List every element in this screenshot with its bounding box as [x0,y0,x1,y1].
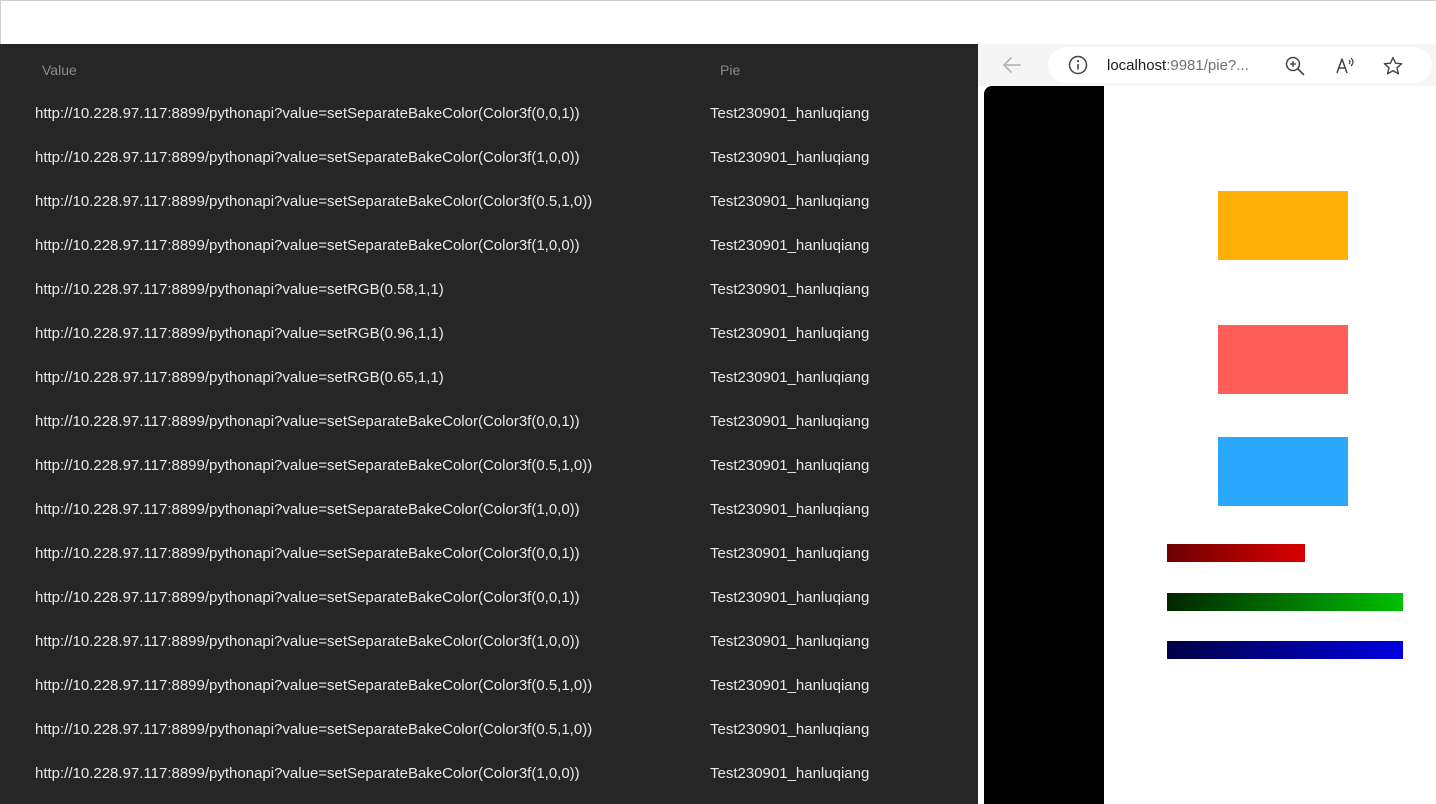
row-value: http://10.228.97.117:8899/pythonapi?valu… [35,193,593,210]
row-pie: Test230901_hanluqiang [710,633,870,650]
red-gradient-bar [1167,544,1305,562]
row-value: http://10.228.97.117:8899/pythonapi?valu… [35,765,580,782]
row-value: http://10.228.97.117:8899/pythonapi?valu… [35,589,580,606]
table-row[interactable]: http://10.228.97.117:8899/pythonapi?valu… [0,312,978,356]
row-pie: Test230901_hanluqiang [710,589,870,606]
row-pie: Test230901_hanluqiang [710,149,870,166]
row-pie: Test230901_hanluqiang [710,677,870,694]
blue-color-swatch [1218,437,1348,506]
url-text[interactable]: localhost:9981/pie?... [1107,57,1249,74]
row-value: http://10.228.97.117:8899/pythonapi?valu… [35,721,593,738]
table-row[interactable]: http://10.228.97.117:8899/pythonapi?valu… [0,708,978,752]
table-row[interactable]: http://10.228.97.117:8899/pythonapi?valu… [0,532,978,576]
table-row[interactable]: http://10.228.97.117:8899/pythonapi?valu… [0,576,978,620]
row-value: http://10.228.97.117:8899/pythonapi?valu… [35,237,580,254]
orange-color-swatch [1218,191,1348,260]
browser-toolbar: localhost:9981/pie?... [978,44,1436,86]
url-host: localhost [1107,57,1167,74]
row-pie: Test230901_hanluqiang [710,765,870,782]
row-pie: Test230901_hanluqiang [710,325,870,342]
row-value: http://10.228.97.117:8899/pythonapi?valu… [35,457,593,474]
row-value: http://10.228.97.117:8899/pythonapi?valu… [35,325,444,342]
row-pie: Test230901_hanluqiang [710,413,870,430]
table-row[interactable]: http://10.228.97.117:8899/pythonapi?valu… [0,488,978,532]
row-value: http://10.228.97.117:8899/pythonapi?valu… [35,677,593,694]
url-path: :9981/pie?... [1166,57,1249,74]
table-row[interactable]: http://10.228.97.117:8899/pythonapi?valu… [0,268,978,312]
table-row[interactable]: http://10.228.97.117:8899/pythonapi?valu… [0,444,978,488]
blue-gradient-bar [1167,641,1403,659]
row-pie: Test230901_hanluqiang [710,501,870,518]
table-row[interactable]: http://10.228.97.117:8899/pythonapi?valu… [0,180,978,224]
row-value: http://10.228.97.117:8899/pythonapi?valu… [35,281,444,298]
row-value: http://10.228.97.117:8899/pythonapi?valu… [35,369,444,386]
row-pie: Test230901_hanluqiang [710,193,870,210]
table-row[interactable]: http://10.228.97.117:8899/pythonapi?valu… [0,356,978,400]
table-row[interactable]: http://10.228.97.117:8899/pythonapi?valu… [0,92,978,136]
read-aloud-icon[interactable] [1334,55,1356,77]
row-pie: Test230901_hanluqiang [710,105,870,122]
table-row[interactable]: http://10.228.97.117:8899/pythonapi?valu… [0,400,978,444]
column-header-pie[interactable]: Pie [720,62,740,78]
browser-window: localhost:9981/pie?... [978,44,1436,804]
table-row[interactable]: http://10.228.97.117:8899/pythonapi?valu… [0,136,978,180]
black-side-panel [984,86,1104,804]
row-value: http://10.228.97.117:8899/pythonapi?valu… [35,633,580,650]
column-header-value[interactable]: Value [42,62,77,78]
log-rows: http://10.228.97.117:8899/pythonapi?valu… [0,92,978,796]
page-viewport [984,86,1436,804]
row-pie: Test230901_hanluqiang [710,721,870,738]
red-color-swatch [1218,325,1348,394]
row-value: http://10.228.97.117:8899/pythonapi?valu… [35,545,580,562]
top-whitespace [0,0,1436,44]
info-icon[interactable] [1068,55,1088,75]
row-value: http://10.228.97.117:8899/pythonapi?valu… [35,413,580,430]
row-value: http://10.228.97.117:8899/pythonapi?valu… [35,149,580,166]
zoom-icon[interactable] [1284,55,1306,77]
row-value: http://10.228.97.117:8899/pythonapi?valu… [35,501,580,518]
log-table-panel: Value Pie http://10.228.97.117:8899/pyth… [0,44,978,804]
table-row[interactable]: http://10.228.97.117:8899/pythonapi?valu… [0,664,978,708]
table-row[interactable]: http://10.228.97.117:8899/pythonapi?valu… [0,224,978,268]
row-pie: Test230901_hanluqiang [710,545,870,562]
green-gradient-bar [1167,593,1403,611]
row-pie: Test230901_hanluqiang [710,457,870,474]
table-row[interactable]: http://10.228.97.117:8899/pythonapi?valu… [0,752,978,796]
address-bar[interactable]: localhost:9981/pie?... [1048,47,1432,83]
row-pie: Test230901_hanluqiang [710,369,870,386]
favorite-star-icon[interactable] [1382,55,1404,77]
row-pie: Test230901_hanluqiang [710,237,870,254]
row-value: http://10.228.97.117:8899/pythonapi?valu… [35,105,580,122]
table-row[interactable]: http://10.228.97.117:8899/pythonapi?valu… [0,620,978,664]
back-arrow-icon[interactable] [1000,53,1024,77]
row-pie: Test230901_hanluqiang [710,281,870,298]
